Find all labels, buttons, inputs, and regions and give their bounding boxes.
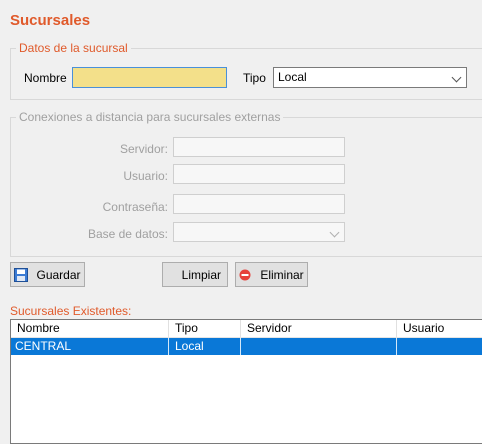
servidor-input[interactable] bbox=[173, 137, 345, 157]
listview-header: Nombre Tipo Servidor Usuario bbox=[11, 320, 482, 338]
limpiar-button[interactable]: Limpiar bbox=[162, 262, 228, 287]
contrasena-input[interactable] bbox=[173, 194, 345, 214]
table-row[interactable]: CENTRAL Local bbox=[11, 338, 482, 355]
servidor-label: Servidor: bbox=[119, 142, 168, 156]
limpiar-button-label: Limpiar bbox=[181, 267, 221, 282]
base-datos-label: Base de datos: bbox=[87, 227, 168, 241]
cell-tipo: Local bbox=[169, 338, 241, 355]
column-header-nombre[interactable]: Nombre bbox=[11, 320, 169, 337]
eliminar-button-label: Eliminar bbox=[260, 267, 304, 282]
guardar-button-label: Guardar bbox=[36, 267, 81, 282]
nombre-label: Nombre bbox=[24, 71, 67, 85]
chevron-down-icon bbox=[451, 72, 462, 83]
existentes-label: Sucursales Existentes: bbox=[10, 304, 132, 318]
datos-group-legend: Datos de la sucursal bbox=[16, 41, 131, 55]
tipo-select[interactable]: Local bbox=[273, 67, 467, 88]
delete-circle-icon bbox=[239, 269, 251, 280]
eliminar-button[interactable]: Eliminar bbox=[235, 262, 308, 287]
nombre-input[interactable] bbox=[72, 67, 227, 88]
chevron-down-icon bbox=[329, 227, 340, 238]
sucursales-listview[interactable]: Nombre Tipo Servidor Usuario CENTRAL Loc… bbox=[10, 319, 482, 444]
page-title: Sucursales bbox=[10, 12, 91, 29]
save-disk-icon bbox=[14, 267, 29, 282]
column-header-usuario[interactable]: Usuario bbox=[397, 320, 482, 337]
column-header-tipo[interactable]: Tipo bbox=[169, 320, 241, 337]
usuario-input[interactable] bbox=[173, 164, 345, 184]
cell-servidor bbox=[241, 338, 397, 355]
tipo-select-value: Local bbox=[278, 70, 307, 84]
conexiones-group-legend: Conexiones a distancia para sucursales e… bbox=[16, 110, 284, 124]
base-datos-select[interactable] bbox=[173, 222, 345, 242]
contrasena-label: Contraseña: bbox=[102, 200, 168, 214]
cell-usuario bbox=[397, 338, 482, 355]
cell-nombre: CENTRAL bbox=[11, 338, 169, 355]
tipo-label: Tipo bbox=[243, 71, 266, 85]
guardar-button[interactable]: Guardar bbox=[10, 262, 85, 287]
usuario-label: Usuario: bbox=[123, 169, 168, 183]
column-header-servidor[interactable]: Servidor bbox=[241, 320, 397, 337]
